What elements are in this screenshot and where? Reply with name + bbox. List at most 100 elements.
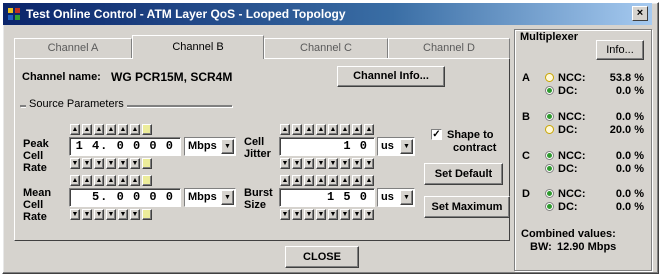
spin-up-icon[interactable]: ▲ <box>94 124 104 135</box>
set-maximum-button[interactable]: Set Maximum <box>424 196 510 218</box>
chevron-down-icon[interactable]: ▼ <box>400 139 413 154</box>
spin-down-icon[interactable]: ▼ <box>352 158 362 169</box>
channel-name-label: Channel name: <box>22 71 101 83</box>
cell-jitter-input[interactable]: 1 0 <box>279 137 375 156</box>
spin-down-icon[interactable]: ▼ <box>340 209 350 220</box>
spin-highlight[interactable] <box>142 175 152 186</box>
spin-down-icon[interactable]: ▼ <box>82 158 92 169</box>
dc-radio[interactable] <box>545 202 554 211</box>
spin-down-icon[interactable]: ▼ <box>364 209 374 220</box>
spin-down-icon[interactable]: ▼ <box>328 209 338 220</box>
tab-channel-b[interactable]: Channel B <box>132 35 264 59</box>
ncc-radio[interactable] <box>545 112 554 121</box>
ncc-radio[interactable] <box>545 189 554 198</box>
tab-channel-a[interactable]: Channel A <box>14 38 132 58</box>
spin-highlight[interactable] <box>142 158 152 169</box>
spin-down-icon[interactable]: ▼ <box>364 158 374 169</box>
channel-info-button[interactable]: Channel Info... <box>337 66 445 87</box>
tab-channel-d[interactable]: Channel D <box>388 38 510 58</box>
spin-up-icon[interactable]: ▲ <box>118 175 128 186</box>
dc-radio[interactable] <box>545 125 554 134</box>
shape-label-line1: Shape to <box>447 129 494 141</box>
multiplexer-info-button[interactable]: Info... <box>596 40 644 60</box>
mean-cell-rate-input[interactable]: 5. 0 0 0 0 <box>69 188 181 207</box>
spin-down-icon[interactable]: ▼ <box>118 209 128 220</box>
spin-up-icon[interactable]: ▲ <box>82 175 92 186</box>
dc-radio[interactable] <box>545 164 554 173</box>
jitter-unit-select[interactable]: us ▼ <box>377 137 415 156</box>
spin-up-icon[interactable]: ▲ <box>340 124 350 135</box>
spin-down-icon[interactable]: ▼ <box>70 209 80 220</box>
spin-down-icon[interactable]: ▼ <box>130 158 140 169</box>
shape-to-contract-checkbox[interactable]: ✓ <box>431 129 442 140</box>
spin-highlight[interactable] <box>142 124 152 135</box>
spin-up-icon[interactable]: ▲ <box>316 175 326 186</box>
spin-up-icon[interactable]: ▲ <box>316 124 326 135</box>
spin-down-icon[interactable]: ▼ <box>292 158 302 169</box>
chevron-down-icon[interactable]: ▼ <box>221 190 234 205</box>
spin-up-icon[interactable]: ▲ <box>328 124 338 135</box>
spin-up-icon[interactable]: ▲ <box>292 175 302 186</box>
spin-up-icon[interactable]: ▲ <box>82 124 92 135</box>
ncc-radio[interactable] <box>545 73 554 82</box>
spin-up-icon[interactable]: ▲ <box>304 175 314 186</box>
burst-size-input[interactable]: 1 5 0 <box>279 188 375 207</box>
spin-down-icon[interactable]: ▼ <box>106 158 116 169</box>
close-button[interactable]: CLOSE <box>285 246 359 268</box>
spin-down-icon[interactable]: ▼ <box>316 158 326 169</box>
chevron-down-icon[interactable]: ▼ <box>400 190 413 205</box>
spin-down-icon[interactable]: ▼ <box>304 209 314 220</box>
spin-up-icon[interactable]: ▲ <box>106 175 116 186</box>
set-default-button[interactable]: Set Default <box>424 163 503 185</box>
spin-up-icon[interactable]: ▲ <box>70 124 80 135</box>
spin-down-icon[interactable]: ▼ <box>280 209 290 220</box>
spin-down-icon[interactable]: ▼ <box>280 158 290 169</box>
title-bar[interactable]: Test Online Control - ATM Layer QoS - Lo… <box>3 3 652 25</box>
spin-down-icon[interactable]: ▼ <box>70 158 80 169</box>
spin-down-icon[interactable]: ▼ <box>130 209 140 220</box>
peak-unit-select[interactable]: Mbps ▼ <box>184 137 236 156</box>
spin-up-icon[interactable]: ▲ <box>364 175 374 186</box>
spin-down-icon[interactable]: ▼ <box>94 158 104 169</box>
spin-up-icon[interactable]: ▲ <box>130 175 140 186</box>
spin-up-icon[interactable]: ▲ <box>352 175 362 186</box>
spin-up-icon[interactable]: ▲ <box>364 124 374 135</box>
peak-label-3: Rate <box>23 162 47 174</box>
spin-down-icon[interactable]: ▼ <box>328 158 338 169</box>
mux-channel-letter: D <box>522 188 530 200</box>
jitter-unit-value: us <box>381 140 394 152</box>
spin-down-icon[interactable]: ▼ <box>94 209 104 220</box>
spin-down-icon[interactable]: ▼ <box>106 209 116 220</box>
jitter-spin-up-row: ▲ ▲ ▲ ▲ ▲ ▲ ▲ ▲ <box>280 124 374 135</box>
spin-up-icon[interactable]: ▲ <box>130 124 140 135</box>
spin-up-icon[interactable]: ▲ <box>352 124 362 135</box>
spin-up-icon[interactable]: ▲ <box>292 124 302 135</box>
dc-label: DC: <box>558 163 578 175</box>
peak-cell-rate-input[interactable]: 1 4. 0 0 0 0 <box>69 137 181 156</box>
spin-up-icon[interactable]: ▲ <box>280 175 290 186</box>
spin-up-icon[interactable]: ▲ <box>70 175 80 186</box>
spin-up-icon[interactable]: ▲ <box>328 175 338 186</box>
spin-down-icon[interactable]: ▼ <box>304 158 314 169</box>
spin-up-icon[interactable]: ▲ <box>340 175 350 186</box>
spin-up-icon[interactable]: ▲ <box>280 124 290 135</box>
spin-up-icon[interactable]: ▲ <box>304 124 314 135</box>
spin-down-icon[interactable]: ▼ <box>82 209 92 220</box>
spin-down-icon[interactable]: ▼ <box>352 209 362 220</box>
tab-channel-c[interactable]: Channel C <box>264 38 388 58</box>
spin-up-icon[interactable]: ▲ <box>118 124 128 135</box>
spin-down-icon[interactable]: ▼ <box>340 158 350 169</box>
burst-unit-select[interactable]: us ▼ <box>377 188 415 207</box>
dc-radio[interactable] <box>545 86 554 95</box>
spin-highlight[interactable] <box>142 209 152 220</box>
ncc-label: NCC: <box>558 150 586 162</box>
close-icon[interactable]: × <box>632 6 648 21</box>
ncc-radio[interactable] <box>545 151 554 160</box>
spin-up-icon[interactable]: ▲ <box>94 175 104 186</box>
spin-up-icon[interactable]: ▲ <box>106 124 116 135</box>
spin-down-icon[interactable]: ▼ <box>316 209 326 220</box>
mean-unit-select[interactable]: Mbps ▼ <box>184 188 236 207</box>
chevron-down-icon[interactable]: ▼ <box>221 139 234 154</box>
spin-down-icon[interactable]: ▼ <box>292 209 302 220</box>
spin-down-icon[interactable]: ▼ <box>118 158 128 169</box>
